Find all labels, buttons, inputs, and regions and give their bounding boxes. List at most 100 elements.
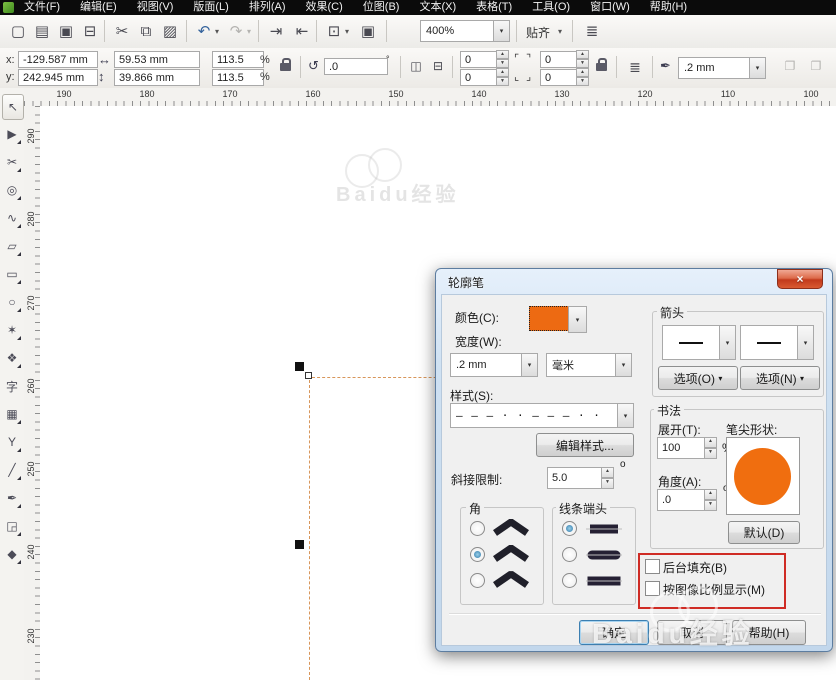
menu-view[interactable]: 视图(V) <box>127 0 184 15</box>
crop-tool[interactable]: ✂ <box>2 150 22 174</box>
selection-handle[interactable] <box>295 362 304 371</box>
menu-text[interactable]: 文本(X) <box>409 0 466 15</box>
zoom-tool[interactable]: ◎ <box>2 178 22 202</box>
chevron-down-icon[interactable]: ▾ <box>493 21 509 41</box>
corner-radius-bl-spinner[interactable]: ▲ ▼ <box>496 68 509 86</box>
ok-button[interactable]: 确定 <box>579 620 649 645</box>
zoom-level-combo[interactable]: 400% ▾ <box>420 20 510 42</box>
text-wrap-icon[interactable]: ≣ <box>624 56 646 78</box>
save-icon[interactable]: ▣ <box>54 19 78 43</box>
menu-tools[interactable]: 工具(O) <box>522 0 580 15</box>
options-right-button[interactable]: 选项(N) ▾ <box>740 366 820 390</box>
freehand-tool[interactable]: ∿ <box>2 206 22 230</box>
paste-icon[interactable]: ▨ <box>158 19 182 43</box>
help-button[interactable]: 帮助(H) <box>732 620 806 645</box>
app-launcher-dropdown-icon[interactable]: ▾ <box>345 27 349 36</box>
width-unit-combo[interactable]: 毫米 ▾ <box>546 353 632 377</box>
copy-icon[interactable]: ⧉ <box>134 19 158 43</box>
chevron-down-icon[interactable]: ▾ <box>749 58 765 78</box>
dimension-tool[interactable]: Y <box>2 430 22 454</box>
text-tool[interactable]: 字 <box>2 374 22 398</box>
snap-to-label[interactable]: 贴齐 <box>526 24 550 41</box>
welcome-screen-icon[interactable]: ▣ <box>356 19 380 43</box>
mirror-vertical-icon[interactable]: ⊟ <box>428 56 448 76</box>
object-width-field[interactable]: 59.53 mm <box>114 51 200 68</box>
basic-shapes-tool[interactable]: ❖ <box>2 346 22 370</box>
nib-shape-preview[interactable] <box>726 437 800 515</box>
menu-edit[interactable]: 编辑(E) <box>70 0 127 15</box>
menu-window[interactable]: 窗口(W) <box>580 0 640 15</box>
y-position-field[interactable]: 242.945 mm <box>18 69 98 86</box>
corner-radius-tr-spinner[interactable]: ▲ ▼ <box>576 50 589 68</box>
ellipse-tool[interactable]: ○ <box>2 290 22 314</box>
selection-handle[interactable] <box>295 540 304 549</box>
eyedropper-tool[interactable]: ╱ <box>2 458 22 482</box>
redo-icon[interactable]: ↷ <box>224 19 248 43</box>
export-icon[interactable]: ⇤ <box>290 19 314 43</box>
new-document-icon[interactable]: ▢ <box>6 19 30 43</box>
options-left-button[interactable]: 选项(O) ▾ <box>658 366 738 390</box>
lock-ratio-icon[interactable] <box>280 58 291 71</box>
outline-width-combo[interactable]: .2 mm ▾ <box>450 353 538 377</box>
menu-layout[interactable]: 版面(L) <box>183 0 238 15</box>
corner-radius-tl-spinner[interactable]: ▲ ▼ <box>496 50 509 68</box>
scale-h-field[interactable]: 113.5 <box>212 51 264 68</box>
corner-radius-br-field[interactable]: 0 <box>540 69 580 86</box>
print-icon[interactable]: ⊟ <box>78 19 102 43</box>
cap-square-radio[interactable] <box>562 573 577 588</box>
object-height-field[interactable]: 39.866 mm <box>114 69 200 86</box>
angle-spinner[interactable]: ▲ ▼ <box>704 489 717 511</box>
color-dropdown[interactable]: ▾ <box>568 306 587 333</box>
app-launcher-icon[interactable]: ⊡ <box>322 19 346 43</box>
corner-radius-br-spinner[interactable]: ▲ ▼ <box>576 68 589 86</box>
menu-bitmaps[interactable]: 位图(B) <box>353 0 410 15</box>
stretch-spinner[interactable]: ▲ ▼ <box>704 437 717 459</box>
default-button[interactable]: 默认(D) <box>728 521 800 544</box>
import-icon[interactable]: ⇥ <box>264 19 288 43</box>
undo-icon[interactable]: ↶ <box>192 19 216 43</box>
stretch-field[interactable]: 100 <box>657 437 709 459</box>
menu-effects[interactable]: 效果(C) <box>296 0 353 15</box>
scale-v-field[interactable]: 113.5 <box>212 69 264 86</box>
snap-dropdown-icon[interactable]: ▾ <box>558 27 562 36</box>
close-icon[interactable]: × <box>777 269 823 289</box>
corner-radius-bl-field[interactable]: 0 <box>460 69 500 86</box>
undo-dropdown-icon[interactable]: ▾ <box>215 27 219 36</box>
options-icon[interactable]: ≣ <box>580 19 604 43</box>
corner-miter-radio[interactable] <box>470 521 485 536</box>
corner-bevel-radio[interactable] <box>470 573 485 588</box>
rotation-angle-field[interactable]: .0 <box>324 58 388 75</box>
x-position-field[interactable]: -129.587 mm <box>18 51 98 68</box>
corner-round-radio[interactable] <box>470 547 485 562</box>
pick-tool[interactable]: ↖ <box>2 94 24 120</box>
horizontal-ruler[interactable]: 190 180 170 160 150 140 130 120 110 100 <box>24 88 836 107</box>
menu-file[interactable]: 文件(F) <box>14 0 70 15</box>
edit-style-button[interactable]: 编辑样式... <box>536 433 634 457</box>
miter-limit-field[interactable]: 5.0 <box>547 467 605 489</box>
curve-node[interactable] <box>305 372 312 379</box>
cancel-button[interactable]: 取消 <box>657 620 727 645</box>
miter-limit-spinner[interactable]: ▲ ▼ <box>601 467 614 489</box>
outline-pen-tool[interactable]: ✒ <box>2 486 22 510</box>
menu-arrange[interactable]: 排列(A) <box>239 0 296 15</box>
smart-fill-tool[interactable]: ▱ <box>2 234 22 258</box>
menu-help[interactable]: 帮助(H) <box>640 0 697 15</box>
arrow-start-combo[interactable]: ▾ <box>662 325 736 360</box>
outline-color-swatch[interactable] <box>529 306 569 331</box>
mirror-horizontal-icon[interactable]: ◫ <box>406 56 426 76</box>
angle-field[interactable]: .0 <box>657 489 709 511</box>
open-folder-icon[interactable]: ▤ <box>30 19 54 43</box>
corner-radius-tl-field[interactable]: 0 <box>460 51 500 68</box>
interactive-fill-tool[interactable]: ◆ <box>2 542 22 566</box>
polygon-tool[interactable]: ✶ <box>2 318 22 342</box>
cut-icon[interactable]: ✂ <box>110 19 134 43</box>
outline-width-combo[interactable]: .2 mm ▾ <box>678 57 766 79</box>
line-style-combo[interactable]: – – – · · – – – · · ▾ <box>450 403 634 428</box>
redo-dropdown-icon[interactable]: ▾ <box>247 27 251 36</box>
vertical-ruler[interactable]: 290 280 270 260 250 240 230 <box>24 106 41 680</box>
menu-table[interactable]: 表格(T) <box>466 0 522 15</box>
shape-tool[interactable]: ▶ <box>2 122 22 146</box>
cap-round-radio[interactable] <box>562 547 577 562</box>
rectangle-tool[interactable]: ▭ <box>2 262 22 286</box>
table-tool[interactable]: ▦ <box>2 402 22 426</box>
